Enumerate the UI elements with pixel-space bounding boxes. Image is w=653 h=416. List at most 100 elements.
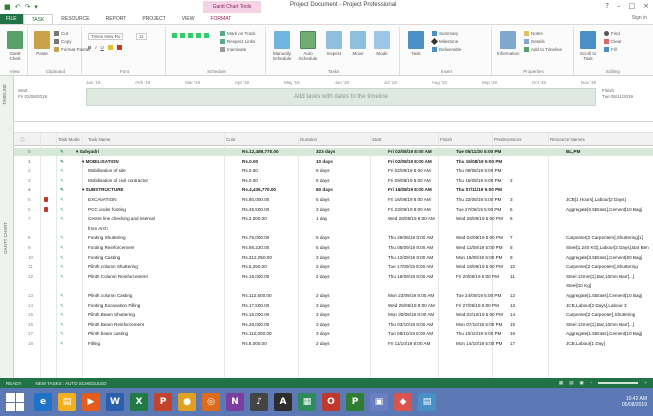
taskbar-app-icon[interactable]: ▶ [82, 393, 100, 411]
tab-project[interactable]: PROJECT [134, 14, 173, 24]
help-icon[interactable]: ? [605, 2, 609, 10]
table-row[interactable]: 8 ✎ Footing Shuttering Rs.75,000.00 5 days Th… [14, 234, 653, 242]
taskbar-app-icon[interactable]: ◎ [202, 393, 220, 411]
move-button[interactable] [350, 31, 366, 49]
zoom-slider[interactable] [598, 382, 639, 384]
font-size-select[interactable]: 11 [136, 33, 147, 40]
table-row[interactable]: 1 ✎ ▾ MOBILISATION Rs.0.00 10 days Fri 02/08/… [14, 158, 653, 166]
header-task-mode[interactable]: Task Mode [58, 137, 80, 142]
taskbar-app-icon[interactable]: ▤ [418, 393, 436, 411]
table-row[interactable]: 0 ✎ ▾ Sahyadri Rs.12,489,770.00 323 days Fri … [14, 148, 653, 156]
gantt-chart-button[interactable] [7, 31, 23, 49]
table-row[interactable]: 16 ✎ Plinth Beam Reinforcement Rs.28,000.00… [14, 321, 653, 329]
save-icon[interactable]: ■ [4, 3, 11, 11]
paste-button[interactable] [34, 31, 50, 49]
tab-format[interactable]: FORMAT [202, 14, 239, 24]
task-usage-icon[interactable]: ▤ [569, 380, 573, 386]
taskbar-app-icon[interactable]: X [130, 393, 148, 411]
start-button[interactable] [6, 393, 24, 411]
table-row[interactable]: 6 ✎ PCC under footing Rs.46,500.00 3 days Fri… [14, 206, 653, 214]
tab-report[interactable]: REPORT [98, 14, 135, 24]
progress-100-icon[interactable] [204, 33, 209, 38]
system-clock[interactable]: 10:42 AM 05/08/2019 [622, 396, 647, 408]
redo-icon[interactable]: ↷ [25, 3, 31, 11]
taskbar-app-icon[interactable]: ◆ [394, 393, 412, 411]
table-row[interactable]: Steel[10 Kg] [14, 282, 653, 290]
taskbar-app-icon[interactable]: N [226, 393, 244, 411]
taskbar-app-icon[interactable]: ● [178, 393, 196, 411]
table-row[interactable]: 12 ✎ Plinth Column Reinforcement Rs.16,000.… [14, 273, 653, 281]
header-task-name[interactable]: Task Name [88, 137, 111, 142]
customize-qat-icon[interactable]: ▾ [34, 3, 38, 11]
header-resource-names[interactable]: Resource Names [550, 137, 585, 142]
indicator-flag-icon[interactable] [44, 197, 48, 202]
task-button[interactable] [408, 31, 424, 49]
header-info-icon[interactable]: ⓘ [20, 137, 25, 143]
table-row[interactable]: 11 ✎ Plinth column Shuttering Rs.5,250.00 2 … [14, 263, 653, 271]
gantt-view-icon[interactable]: ▦ [559, 380, 563, 386]
taskbar-app-icon[interactable]: ▣ [370, 393, 388, 411]
milestone-button[interactable]: Milestone [430, 37, 458, 46]
header-cost[interactable]: Cost [226, 137, 235, 142]
table-row[interactable]: 4 ✎ ▾ SUBSTRUCTURE Rs.4,436,770.00 60 days Fr… [14, 186, 653, 194]
copy-button[interactable]: Copy [54, 39, 72, 44]
sign-in-link[interactable]: Sign in [632, 15, 647, 21]
table-row[interactable]: 15 ✎ Plinth Beam Shuttering Rs.15,000.00 3 d… [14, 311, 653, 319]
clear-button[interactable]: Clear [604, 39, 622, 44]
taskbar-app-icon[interactable]: W [106, 393, 124, 411]
taskbar-app-icon[interactable]: P [346, 393, 364, 411]
zoom-out-icon[interactable]: − [590, 380, 593, 386]
table-row[interactable]: 9 ✎ Footing Reinforcement Rs.95,220.00 5 day… [14, 244, 653, 252]
minimize-icon[interactable]: – [617, 2, 621, 10]
respect-links-button[interactable]: Respect Links [220, 39, 255, 44]
font-color-icon[interactable] [116, 45, 122, 50]
fill-button[interactable]: Fill [604, 47, 617, 52]
header-finish[interactable]: Finish [440, 137, 452, 142]
table-row[interactable]: 13 ✎ Plinth column Casting Rs.112,500.00 2 d… [14, 292, 653, 300]
taskbar-app-icon[interactable]: ▤ [58, 393, 76, 411]
taskbar-app-icon[interactable]: P [154, 393, 172, 411]
timeline-bar[interactable]: Add tasks with dates to the timeline [86, 88, 596, 106]
new-tasks-mode[interactable]: NEW TASKS : AUTO SCHEDULED [22, 381, 107, 386]
details-button[interactable]: Details [524, 39, 545, 44]
inactivate-button[interactable]: Inactivate [220, 47, 246, 52]
table-row[interactable]: 10 ✎ Footing Casting Rs.312,050.00 3 days Thu… [14, 254, 653, 262]
table-row[interactable]: 3 ✎ Mobilisation of civil contractor Rs.0.0… [14, 177, 653, 185]
header-predecessors[interactable]: Predecessors [494, 137, 522, 142]
taskbar-app-icon[interactable]: O [322, 393, 340, 411]
taskbar-app-icon[interactable]: e [34, 393, 52, 411]
deliverable-button[interactable]: Deliverable [432, 47, 462, 52]
tab-view[interactable]: VIEW [174, 14, 203, 24]
tab-file[interactable]: FILE [0, 14, 23, 24]
progress-25-icon[interactable] [180, 33, 185, 38]
find-button[interactable]: Find [604, 31, 620, 36]
table-row[interactable]: 5 ✎ EXCAVATION Rs.80,000.00 5 days Fri 16/08/… [14, 196, 653, 204]
manual-schedule-button[interactable] [274, 31, 290, 49]
font-name-select[interactable]: Times New Ro [88, 33, 124, 40]
header-start[interactable]: Start [372, 137, 382, 142]
maximize-icon[interactable]: □ [629, 2, 636, 10]
taskbar-app-icon[interactable]: ▦ [298, 393, 316, 411]
indicator-flag-icon[interactable] [44, 206, 48, 212]
progress-75-icon[interactable] [196, 33, 201, 38]
bold-icon[interactable]: B [88, 45, 91, 50]
italic-icon[interactable]: I [95, 45, 96, 50]
tab-resource[interactable]: RESOURCE [53, 14, 97, 24]
taskbar-app-icon[interactable]: A [274, 393, 292, 411]
table-row[interactable]: 14 ✎ Footing Excavation Filling Rs.17,500.0… [14, 302, 653, 310]
taskbar-app-icon[interactable]: ♪ [250, 393, 268, 411]
header-duration[interactable]: Duration [300, 137, 317, 142]
mark-on-track-button[interactable]: Mark on Track [220, 31, 256, 36]
scroll-to-task-button[interactable] [580, 31, 596, 49]
table-row[interactable]: 2 ✎ Mobilisation of site Rs.0.00 5 days Fri 0… [14, 167, 653, 175]
undo-icon[interactable]: ↶ [15, 3, 21, 11]
underline-icon[interactable]: U [101, 45, 104, 50]
mode-button[interactable] [374, 31, 390, 49]
inspect-button[interactable] [326, 31, 342, 49]
information-button[interactable] [500, 31, 516, 49]
add-to-timeline-button[interactable]: Add to Timeline [524, 47, 562, 52]
notes-button[interactable]: Notes [524, 31, 543, 36]
highlight-icon[interactable] [107, 45, 113, 50]
progress-0-icon[interactable] [172, 33, 177, 38]
summary-button[interactable]: Summary [432, 31, 458, 36]
